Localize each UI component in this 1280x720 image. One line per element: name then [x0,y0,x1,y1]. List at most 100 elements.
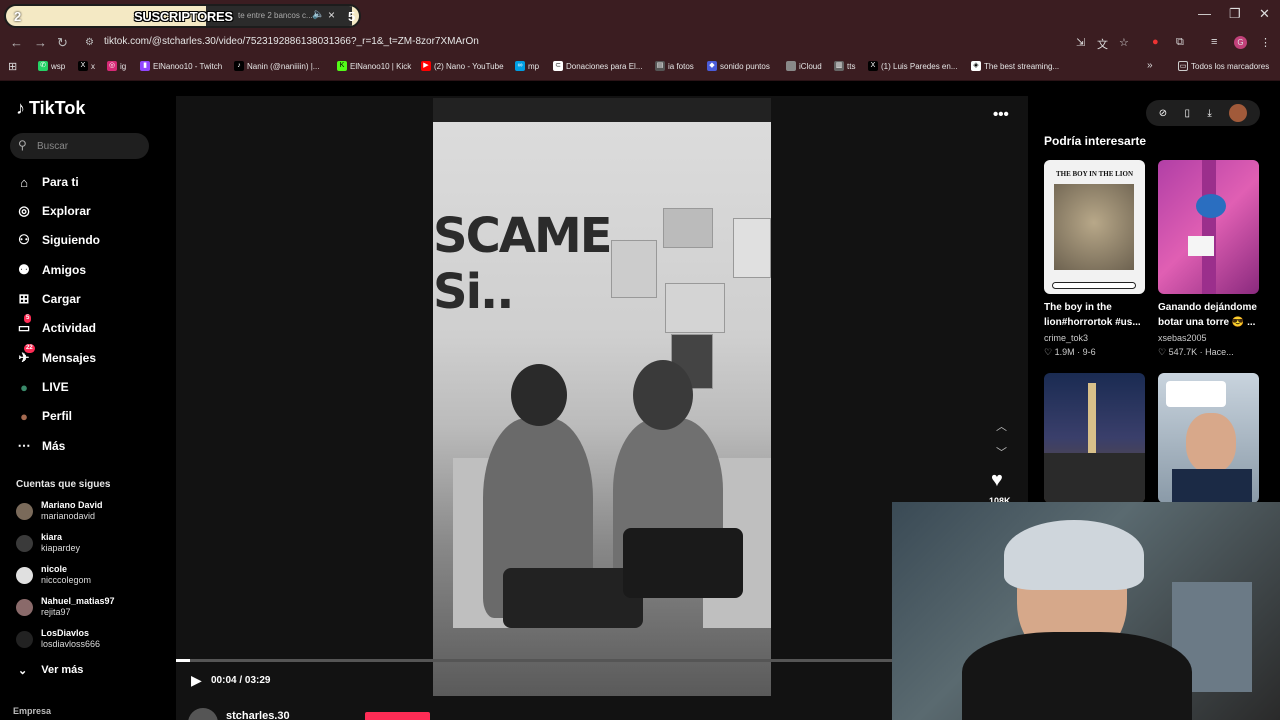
restore-icon[interactable]: ❐ [1229,6,1241,22]
account-handle: rejita97 [41,607,71,617]
apps-grid-icon[interactable]: ⊞ [8,60,17,73]
subscriber-goal-overlay: 2 SUSCRIPTORES te entre 2 bancos c... 🔈 … [4,4,361,28]
tiktok-logo[interactable]: ♪ TikTok [16,98,85,119]
bookmark-item[interactable]: ⊂ Donaciones para El... [553,61,643,71]
suit-shape [1172,469,1252,503]
followed-account[interactable]: nicole nicccolegom [16,564,91,586]
sidebar-item-compass[interactable]: ◎ Explorar [16,203,91,219]
translate-icon[interactable]: 文 [1097,36,1108,52]
bookmark-item[interactable]: X (1) Luis Paredes en... [868,61,957,71]
followed-account[interactable]: LosDiavlos losdiavloss666 [16,628,100,650]
sidebar-item-upload[interactable]: ⊞ Cargar [16,291,81,307]
close-tab-icon[interactable]: × [328,8,335,22]
like-heart-icon[interactable]: ♥ [991,469,1003,492]
sidebar-item-messages[interactable]: ✈ 22 Mensajes [16,344,97,366]
bookmark-item[interactable]: Xx [78,61,95,71]
game-tower-column [1202,160,1216,294]
recommended-video-thumbnail[interactable] [1158,160,1259,294]
avatar [16,502,33,520]
sidebar-item-user-follow[interactable]: ⚇ Siguiendo [16,232,100,248]
device-icon[interactable]: ▯ [1185,108,1191,119]
coins-icon[interactable]: ⊘ [1159,108,1167,119]
author-name[interactable]: stcharles.30 [226,710,290,720]
sidebar-item-label: Para ti [42,175,79,189]
previous-video-icon[interactable]: ︿ [996,418,1007,434]
account-name: Nahuel_matias97 [41,596,115,606]
followed-account[interactable]: Nahuel_matias97 rejita97 [16,596,115,618]
more-bookmarks-icon[interactable]: » [1147,60,1153,71]
next-video-icon[interactable]: ﹀ [996,444,1007,460]
bookmark-item[interactable]: ▥ tts [834,61,855,71]
sidebar-item-friends[interactable]: ⚉ Amigos [16,262,86,278]
sidebar-item-label: Explorar [42,204,91,218]
media-controls-icon[interactable]: ≡ [1211,36,1217,48]
wall-lettering: SCAME Si.. [433,208,612,320]
extensions-puzzle-icon[interactable]: ⧉ [1176,36,1184,49]
play-icon[interactable]: ▶ [191,672,202,689]
install-app-icon[interactable]: ⇲ [1076,36,1085,49]
bookmark-item[interactable]: ∞ mp [515,61,539,71]
goal-current-count: 2 [14,9,22,24]
see-more-button[interactable]: ⌄ Ver más [18,664,83,677]
bookmark-item[interactable]: ▶ (2) Nano - YouTube [421,61,504,71]
card-title[interactable]: The boy in the lion#horrortok #us... [1044,300,1150,330]
more-options-icon[interactable]: ••• [993,106,1009,123]
all-bookmarks-folder[interactable]: ▭ Todos los marcadores [1178,61,1269,71]
minimize-icon[interactable]: — [1198,6,1211,21]
forward-icon[interactable]: → [34,35,47,50]
bookmark-item[interactable]: ◆ sonido puntos [707,61,770,71]
bookmark-item[interactable]: ▮ ElNanoo10 - Twitch [140,61,222,71]
bookmark-item[interactable]: ✆ wsp [38,61,65,71]
url-field[interactable]: tiktok.com/@stcharles.30/video/752319288… [104,36,479,47]
bookmark-item[interactable]: ♪ Nanin (@naniiiin) |... [234,61,319,71]
reload-icon[interactable]: ↻ [57,35,68,51]
following-accounts-title: Cuentas que sigues [16,479,111,490]
crowd-shape [1044,453,1145,503]
browser-menu-icon[interactable]: ⋮ [1260,36,1271,49]
bookmark-star-icon[interactable]: ☆ [1119,36,1129,49]
sidebar-item-profile[interactable]: ● Perfil [16,408,72,424]
bookmark-item[interactable]: iCloud [786,61,822,71]
recommended-video-thumbnail[interactable] [1044,373,1145,503]
sidebar-item-home[interactable]: ⌂ Para ti [16,174,79,190]
video-top-border [433,98,771,122]
followed-account[interactable]: Mariano David marianodavid [16,500,103,522]
close-window-icon[interactable]: ✕ [1259,6,1270,22]
avatar [16,598,33,616]
followed-account[interactable]: kiara kiapardey [16,532,80,554]
video-time: 00:04 / 03:29 [211,675,271,686]
bookmark-item[interactable]: K ElNanoo10 | Kick [337,61,411,71]
back-icon[interactable]: ← [10,35,23,50]
recommended-video-thumbnail[interactable]: THE BOY IN THE LION [1044,160,1145,294]
bookmark-item[interactable]: ◎ ig [107,61,126,71]
sidebar-item-label: Amigos [42,263,87,277]
site-info-icon[interactable]: ⚙ [85,37,94,48]
person-right-head [633,360,693,430]
bookmark-item[interactable]: ◈ The best streaming... [971,61,1059,71]
upload-icon: ⊞ [18,291,30,306]
download-icon[interactable]: ⤓ [1207,108,1211,119]
tab-title[interactable]: te entre 2 bancos c... [238,11,313,20]
recommendations-title: Podría interesarte [1044,134,1147,148]
sidebar-item-live[interactable]: ● LIVE [16,379,69,395]
notification-badge: 22 [24,344,35,353]
sidebar-item-activity[interactable]: ▭ 5 Actividad [16,314,96,336]
footer-company-link[interactable]: Empresa [13,706,51,716]
recommended-video-thumbnail[interactable] [1158,373,1259,503]
video-player[interactable]: SCAME Si.. [433,98,771,696]
search-input[interactable]: ⚲ Buscar [10,133,149,159]
avatar [16,630,33,648]
sidebar-item-more[interactable]: ⋯ Más [16,438,66,454]
speaker-icon[interactable]: 🔈 [312,9,324,20]
extension-icon[interactable]: ● [1152,36,1159,48]
follow-button[interactable] [365,712,430,720]
bookmark-item[interactable]: ▤ ia fotos [655,61,694,71]
profile-avatar-icon[interactable]: G [1234,36,1247,49]
card-author[interactable]: crime_tok3 [1044,333,1088,343]
card-author[interactable]: xsebas2005 [1158,333,1207,343]
user-avatar[interactable] [1229,104,1248,122]
card-title[interactable]: Ganando dejándome botar una torre 😎 ... [1158,300,1264,330]
lion-image [1054,184,1134,270]
sidebar-item-label: Mensajes [42,351,97,365]
video-progress-bar[interactable] [176,659,892,662]
